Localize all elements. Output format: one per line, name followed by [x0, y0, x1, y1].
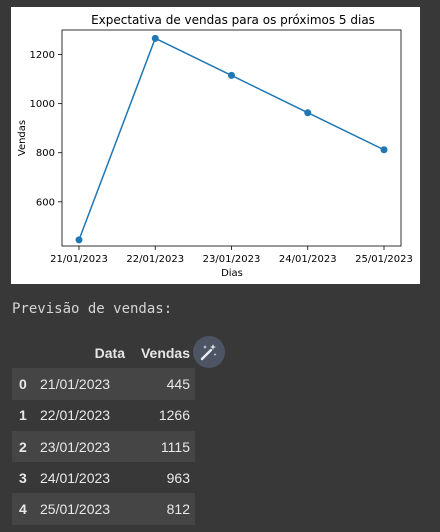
magic-wand-icon: [200, 344, 217, 361]
cell-vendas: 445: [166, 375, 190, 392]
line-chart: Expectativa de vendas para os próximos 5…: [17, 13, 413, 279]
row-index: 3: [19, 469, 27, 486]
row-index: 4: [19, 501, 27, 518]
cell-data: 23/01/2023: [40, 438, 111, 455]
row-index: 1: [19, 407, 27, 424]
y-tick-label: 1200: [30, 50, 55, 61]
dataframe-table: Data Vendas 0 21/01/2023 445 1 22/01/202…: [12, 337, 195, 525]
table-row: 0 21/01/2023 445: [12, 368, 195, 400]
plot-frame: [61, 29, 402, 247]
chart-title: Expectativa de vendas para os próximos 5…: [91, 13, 375, 27]
cell-vendas: 963: [166, 469, 190, 486]
x-tick-label: 22/01/2023: [126, 254, 184, 265]
x-tick-label: 24/01/2023: [279, 254, 337, 265]
row-index: 0: [19, 375, 27, 392]
y-axis-title: Vendas: [17, 120, 28, 156]
column-header-vendas: Vendas: [140, 344, 190, 361]
data-point: [75, 236, 83, 244]
series-points: [75, 34, 388, 244]
data-point: [304, 109, 312, 117]
cell-vendas: 1115: [160, 438, 190, 455]
table-row: 1 22/01/2023 1266: [12, 399, 195, 431]
x-axis: 21/01/2023 22/01/2023 23/01/2023 24/01/2023…: [50, 246, 413, 265]
cell-data: 22/01/2023: [40, 407, 111, 424]
data-point: [380, 146, 388, 154]
table-row: 2 23/01/2023 1115: [12, 430, 195, 463]
cell-vendas: 1266: [158, 407, 190, 424]
x-tick-label: 23/01/2023: [203, 254, 261, 265]
column-header-data: Data: [94, 344, 125, 361]
x-tick-label: 21/01/2023: [50, 254, 108, 265]
output-label: Previsão de vendas:: [12, 301, 173, 317]
series-line: [78, 37, 385, 241]
row-index: 2: [19, 438, 27, 455]
cell-data: 24/01/2023: [40, 469, 111, 486]
table-row: 4 25/01/2023 812: [12, 493, 195, 525]
chart-panel: Expectativa de vendas para os próximos 5…: [11, 7, 420, 284]
cell-vendas: 812: [166, 501, 190, 518]
table-row: 3 24/01/2023 963: [12, 462, 195, 494]
index-header: [12, 337, 40, 368]
magic-wand-button[interactable]: [193, 336, 225, 368]
cell-data: 21/01/2023: [40, 375, 111, 392]
y-tick-label: 600: [36, 197, 55, 208]
y-tick-label: 1000: [30, 99, 55, 110]
x-tick-label: 25/01/2023: [355, 254, 413, 265]
y-axis: 600 800 1000 1200: [30, 50, 62, 208]
data-point: [151, 34, 159, 42]
data-point: [228, 71, 235, 79]
y-tick-label: 800: [36, 148, 55, 159]
table-header-row: Data Vendas: [12, 337, 195, 368]
cell-data: 25/01/2023: [40, 501, 111, 518]
x-axis-title: Dias: [221, 268, 243, 279]
